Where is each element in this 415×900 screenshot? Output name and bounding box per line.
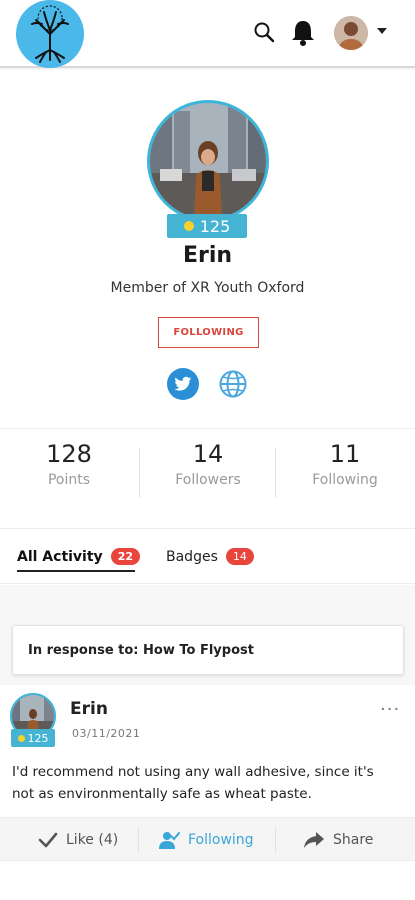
stat-points[interactable]: 128 Points	[0, 440, 138, 488]
response-context[interactable]: In response to: How To Flypost	[12, 625, 404, 675]
activity-post: 125 Erin 03/11/2021 ··· I'd recommend no…	[0, 685, 415, 870]
post-body: I'd recommend not using any wall adhesiv…	[12, 764, 374, 802]
following-label: Following	[188, 832, 254, 848]
membership-text: Member of XR Youth Oxford	[110, 280, 305, 296]
tab-label: All Activity	[17, 548, 103, 565]
search-icon[interactable]	[252, 20, 276, 44]
globe-icon[interactable]	[218, 369, 248, 399]
share-label: Share	[333, 832, 374, 848]
points-badge-value: 125	[199, 216, 231, 236]
tab-badges[interactable]: Badges 14	[166, 548, 254, 565]
tab-all-activity[interactable]: All Activity 22	[17, 548, 140, 565]
profile-photo	[147, 100, 269, 222]
coin-icon	[183, 221, 194, 231]
response-context-text: In response to: How To Flypost	[28, 642, 254, 658]
stat-label: Following	[312, 472, 378, 488]
profile-name: Erin	[182, 243, 233, 268]
count-badge: 22	[110, 548, 140, 565]
chevron-down-icon[interactable]	[377, 28, 387, 34]
stat-label: Points	[47, 472, 91, 488]
post-actions: Like (4) Following Share	[0, 817, 415, 861]
stat-value: 14	[192, 440, 224, 468]
tab-label: Badges	[166, 548, 218, 565]
post-date: 03/11/2021	[72, 727, 141, 740]
divider	[275, 828, 276, 852]
logo[interactable]	[16, 0, 84, 68]
tree-logo-icon	[31, 5, 69, 63]
stat-following[interactable]: 11 Following	[276, 440, 414, 488]
user-avatar[interactable]	[334, 16, 368, 50]
share-button[interactable]: Share	[303, 818, 373, 862]
count-badge: 14	[225, 548, 254, 565]
stat-followers[interactable]: 14 Followers	[139, 440, 277, 488]
twitter-link[interactable]	[167, 368, 199, 400]
active-tab-indicator	[17, 570, 135, 572]
like-button[interactable]: Like (4)	[38, 818, 118, 862]
following-post-button[interactable]: Following	[158, 818, 254, 862]
points-badge: 125	[167, 214, 247, 238]
twitter-icon	[174, 376, 192, 391]
checkmark-icon	[38, 832, 58, 848]
post-author[interactable]: Erin	[70, 699, 108, 719]
like-label: Like (4)	[66, 832, 119, 848]
divider	[138, 828, 139, 852]
following-button[interactable]: FOLLOWING	[158, 317, 259, 348]
bell-icon[interactable]	[290, 18, 316, 46]
coin-icon	[17, 734, 25, 742]
author-points-value: 125	[27, 731, 49, 745]
more-options-icon[interactable]: ···	[380, 699, 400, 720]
divider	[0, 428, 415, 429]
divider	[0, 528, 415, 529]
author-points-badge: 125	[11, 729, 55, 747]
stats-row: 128 Points 14 Followers 11 Following	[0, 440, 415, 510]
stat-value: 128	[46, 440, 92, 468]
divider	[0, 583, 415, 584]
user-check-icon	[159, 832, 180, 849]
top-nav	[0, 0, 415, 68]
stat-label: Followers	[175, 472, 241, 488]
share-icon	[304, 832, 324, 848]
stat-value: 11	[329, 440, 361, 468]
